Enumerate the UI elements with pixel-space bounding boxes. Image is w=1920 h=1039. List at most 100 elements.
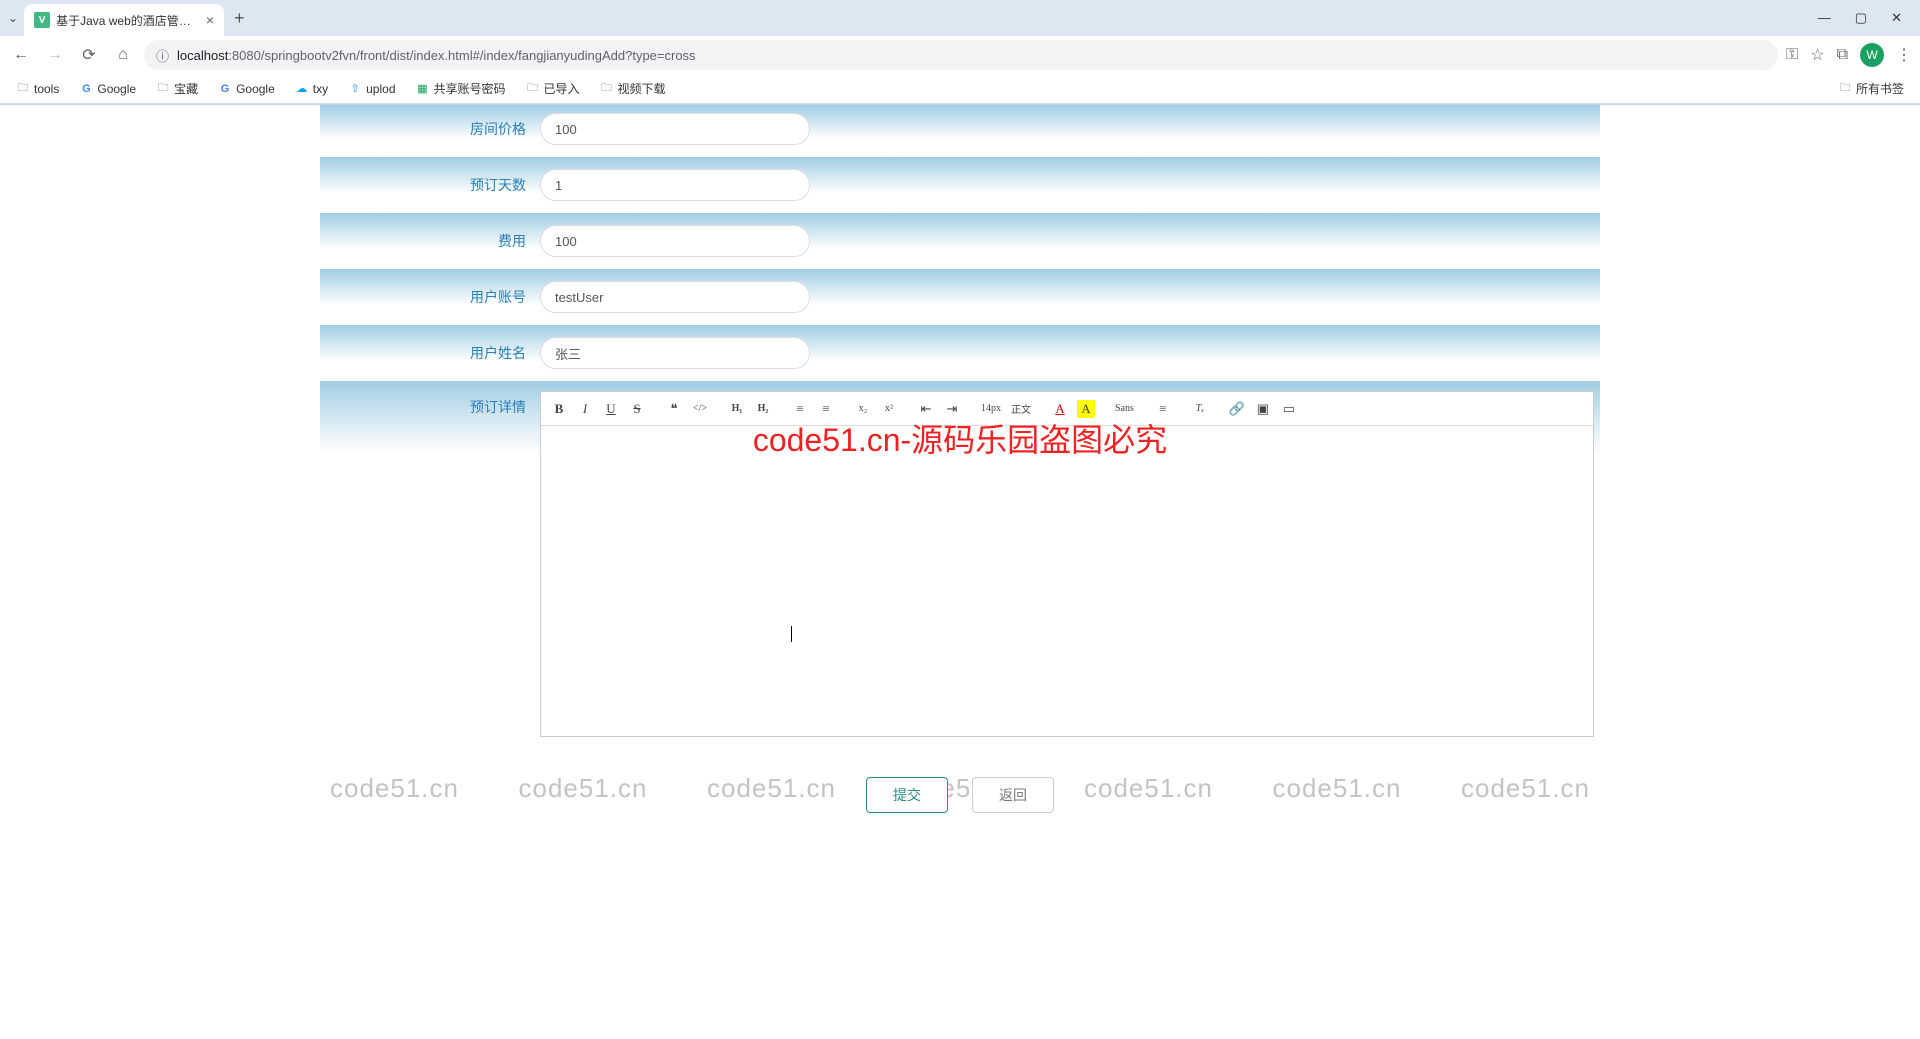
folder-icon: 🗀 xyxy=(156,82,170,96)
fee-input[interactable] xyxy=(540,225,810,257)
bookmark-label: tools xyxy=(34,82,59,96)
bookmark-star-icon[interactable]: ☆ xyxy=(1810,45,1824,65)
booking-form: 房间价格 预订天数 费用 用户账号 用户姓名 预订详情 xyxy=(320,105,1600,813)
forward-button[interactable]: → xyxy=(42,42,68,68)
bookmark-label: Google xyxy=(236,82,275,96)
url-port: :8080 xyxy=(228,48,261,63)
sheet-icon: ▦ xyxy=(416,82,430,96)
editor-bold-button[interactable]: B xyxy=(547,397,571,421)
tab-bar: ⌄ V 基于Java web的酒店管理系统 × + ― ▢ ✕ xyxy=(0,0,1920,36)
menu-icon[interactable]: ⋮ xyxy=(1896,45,1912,65)
editor-content-area[interactable] xyxy=(541,426,1593,736)
user-account-input[interactable] xyxy=(540,281,810,313)
rich-text-editor: B I U S ❝ </> H₁ H₂ ≡ ≡ x₂ xyxy=(540,391,1594,737)
editor-h1-button[interactable]: H₁ xyxy=(725,397,749,421)
google-icon: G xyxy=(79,82,93,96)
user-name-input[interactable] xyxy=(540,337,810,369)
new-tab-button[interactable]: + xyxy=(234,8,245,29)
minimize-button[interactable]: ― xyxy=(1818,10,1831,26)
editor-align-button[interactable]: ≡ xyxy=(1151,397,1175,421)
editor-indent-increase-button[interactable]: ⇥ xyxy=(940,397,964,421)
editor-h2-button[interactable]: H₂ xyxy=(751,397,775,421)
upload-icon: ⇧ xyxy=(348,82,362,96)
editor-bg-color-button[interactable]: A xyxy=(1077,400,1095,418)
window-controls: ― ▢ ✕ xyxy=(1818,10,1912,26)
bookmark-item[interactable]: 🗀 宝藏 xyxy=(148,76,206,101)
address-bar: ← → ⟳ ⌂ ⓘ localhost:8080/springbootv2fvn… xyxy=(0,36,1920,74)
cloud-icon: ☁ xyxy=(295,82,309,96)
editor-font-select[interactable]: Sans xyxy=(1111,397,1138,421)
bookmark-item[interactable]: 🗀 视频下载 xyxy=(592,76,674,101)
room-price-label: 房间价格 xyxy=(320,119,540,139)
extensions-icon[interactable]: ⧉ xyxy=(1837,46,1848,64)
editor-subscript-button[interactable]: x₂ xyxy=(851,397,875,421)
folder-icon: 🗀 xyxy=(16,82,30,96)
editor-superscript-button[interactable]: x² xyxy=(877,397,901,421)
reload-button[interactable]: ⟳ xyxy=(76,42,102,68)
bookmark-item[interactable]: G Google xyxy=(210,76,283,101)
bookmark-label: 已导入 xyxy=(544,80,580,97)
bookmark-item[interactable]: ☁ txy xyxy=(287,76,336,101)
submit-button[interactable]: 提交 xyxy=(866,777,948,813)
bookmarks-bar: 🗀 tools G Google 🗀 宝藏 G Google ☁ txy ⇧ uplod ▦共享账号密码… xyxy=(0,74,1920,104)
form-actions: 提交 返回 xyxy=(320,749,1600,813)
editor-italic-button[interactable]: I xyxy=(573,397,597,421)
bookmark-item[interactable]: ⇧ uplod xyxy=(340,76,403,101)
editor-toolbar: B I U S ❝ </> H₁ H₂ ≡ ≡ x₂ xyxy=(541,392,1593,426)
bookmark-label: uplod xyxy=(366,82,395,96)
form-row-user-account: 用户账号 xyxy=(320,269,1600,325)
form-row-room-price: 房间价格 xyxy=(320,105,1600,157)
back-button[interactable]: ← xyxy=(8,42,34,68)
editor-strike-button[interactable]: S xyxy=(625,397,649,421)
all-bookmarks-label: 所有书签 xyxy=(1856,80,1904,97)
editor-link-button[interactable]: 🔗 xyxy=(1225,397,1249,421)
all-bookmarks[interactable]: 🗀 所有书签 xyxy=(1830,76,1912,101)
close-tab-icon[interactable]: × xyxy=(206,12,214,28)
editor-clean-button[interactable]: Tₓ xyxy=(1188,397,1212,421)
tabs-dropdown-icon[interactable]: ⌄ xyxy=(8,11,18,25)
editor-text-color-button[interactable]: A xyxy=(1048,397,1072,421)
tab-title: 基于Java web的酒店管理系统 xyxy=(56,12,200,29)
close-window-button[interactable]: ✕ xyxy=(1891,10,1902,26)
bookmark-label: txy xyxy=(313,82,328,96)
editor-code-button[interactable]: </> xyxy=(688,397,712,421)
bookmark-label: Google xyxy=(97,82,136,96)
google-icon: G xyxy=(218,82,232,96)
booking-days-input[interactable] xyxy=(540,169,810,201)
bookmark-label: 视频下载 xyxy=(618,80,666,97)
editor-image-button[interactable]: ▣ xyxy=(1251,397,1275,421)
room-price-input[interactable] xyxy=(540,113,810,145)
editor-ordered-list-button[interactable]: ≡ xyxy=(788,397,812,421)
home-button[interactable]: ⌂ xyxy=(110,42,136,68)
editor-underline-button[interactable]: U xyxy=(599,397,623,421)
folder-icon: 🗀 xyxy=(526,82,540,96)
editor-indent-decrease-button[interactable]: ⇤ xyxy=(914,397,938,421)
page-viewport[interactable]: code51.cncode51.cncode51.cncode51.cncode… xyxy=(0,105,1920,1039)
bookmark-item[interactable]: ▦共享账号密码 xyxy=(408,76,514,101)
browser-tab[interactable]: V 基于Java web的酒店管理系统 × xyxy=(24,4,224,36)
editor-size-select[interactable]: 14px xyxy=(977,397,1005,421)
back-button[interactable]: 返回 xyxy=(972,777,1054,813)
fee-label: 费用 xyxy=(320,231,540,251)
editor-header-select[interactable]: 正文 xyxy=(1007,397,1035,421)
bookmark-item[interactable]: G Google xyxy=(71,76,144,101)
password-key-icon[interactable]: ⚿ xyxy=(1786,46,1798,64)
form-row-user-name: 用户姓名 xyxy=(320,325,1600,381)
bookmark-item[interactable]: 🗀 已导入 xyxy=(518,76,588,101)
site-info-icon[interactable]: ⓘ xyxy=(156,46,169,65)
editor-quote-button[interactable]: ❝ xyxy=(662,397,686,421)
profile-avatar[interactable]: W xyxy=(1860,43,1884,67)
browser-chrome: ⌄ V 基于Java web的酒店管理系统 × + ― ▢ ✕ ← → ⟳ ⌂ … xyxy=(0,0,1920,105)
vue-favicon-icon: V xyxy=(34,12,50,28)
editor-video-button[interactable]: ▭ xyxy=(1277,397,1301,421)
user-account-label: 用户账号 xyxy=(320,287,540,307)
url-path: /springbootv2fvn/front/dist/index.html#/… xyxy=(261,48,696,63)
folder-icon: 🗀 xyxy=(600,82,614,96)
folder-icon: 🗀 xyxy=(1838,82,1852,96)
booking-detail-label: 预订详情 xyxy=(320,391,540,417)
url-input[interactable]: ⓘ localhost:8080/springbootv2fvn/front/d… xyxy=(144,40,1778,70)
bookmark-label: 宝藏 xyxy=(174,80,198,97)
editor-unordered-list-button[interactable]: ≡ xyxy=(814,397,838,421)
bookmark-item[interactable]: 🗀 tools xyxy=(8,76,67,101)
maximize-button[interactable]: ▢ xyxy=(1855,10,1867,26)
